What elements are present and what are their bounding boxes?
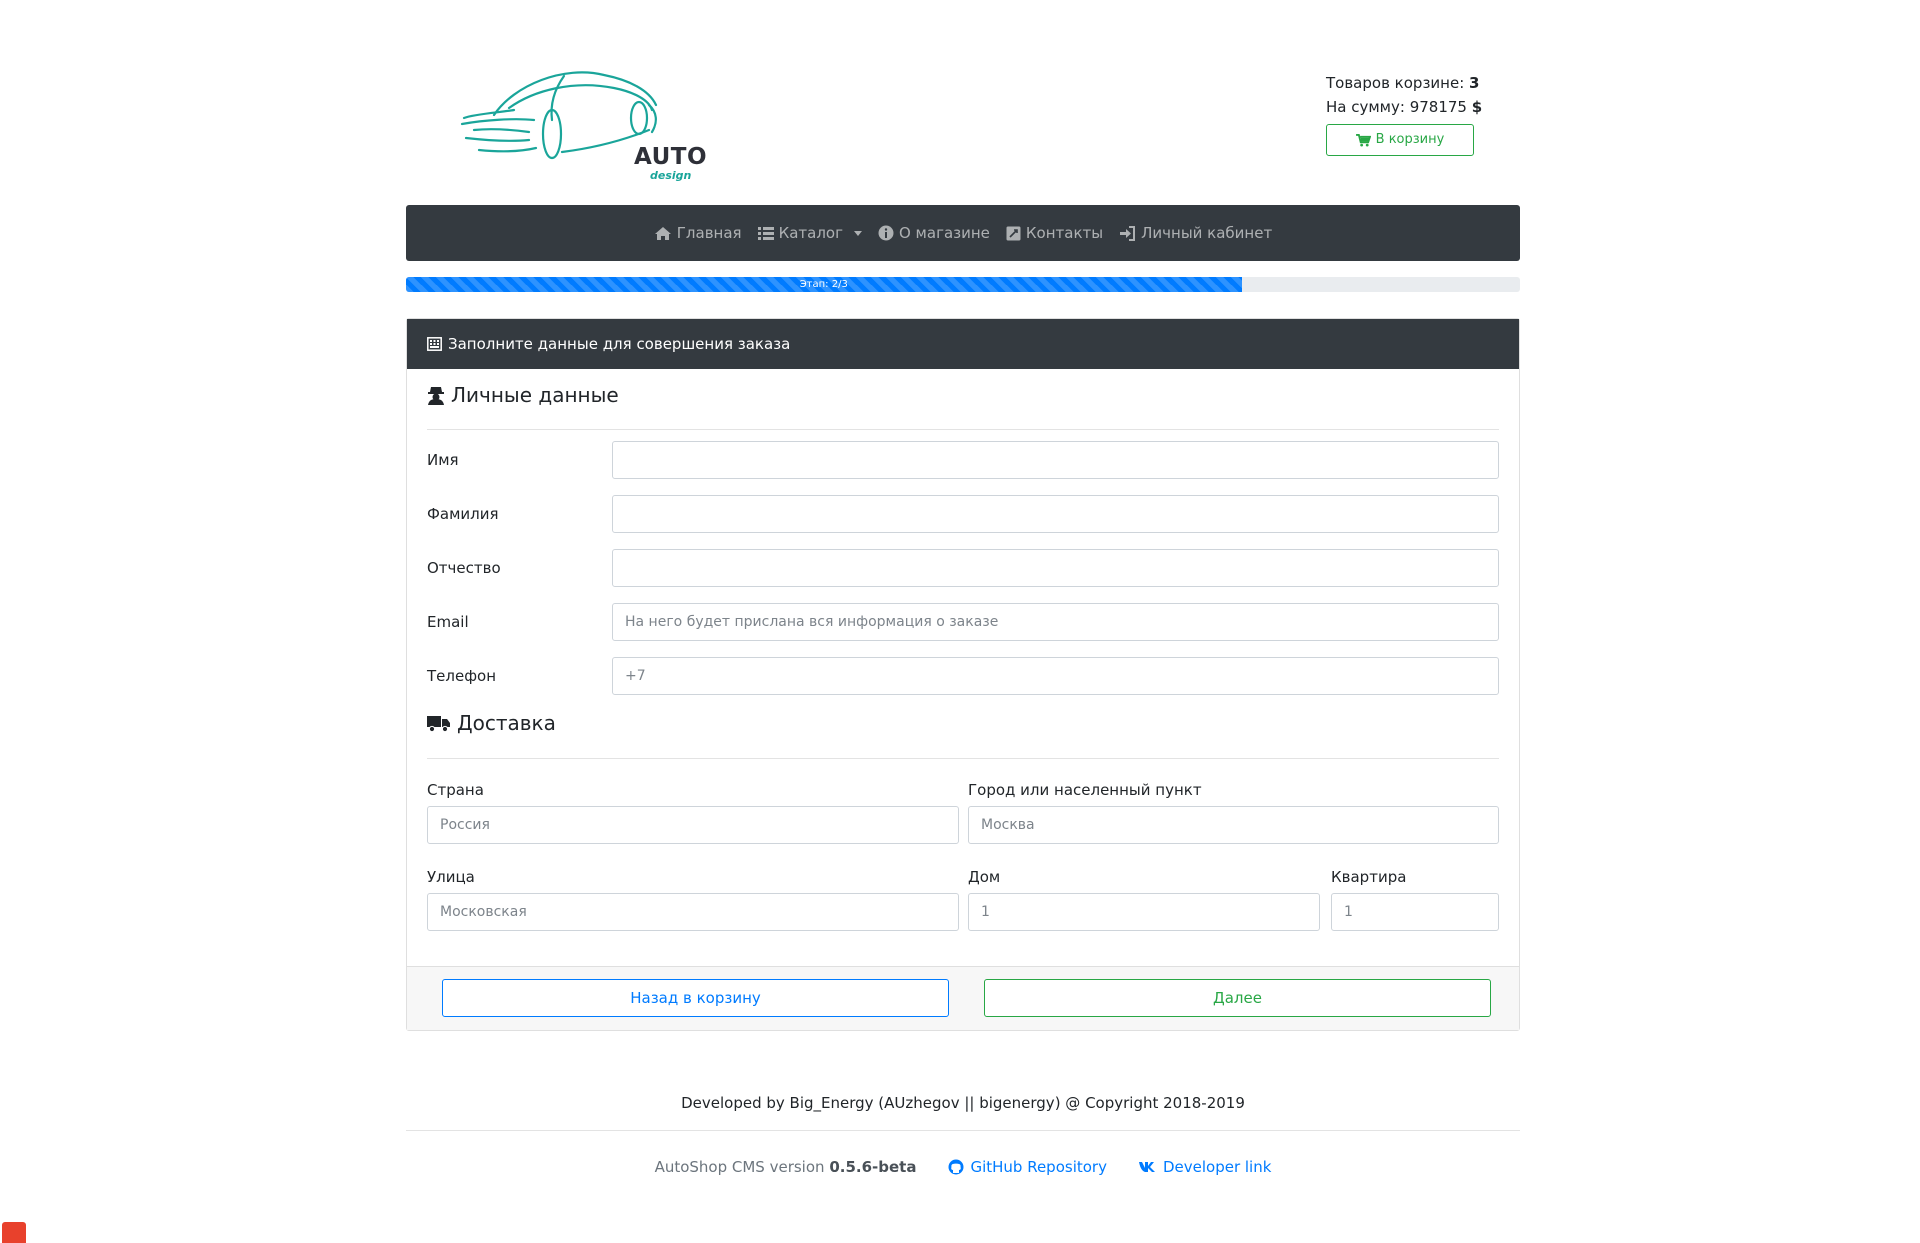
version-info: AutoShop CMS version 0.5.6-beta [655, 1158, 917, 1176]
last-name-input[interactable] [612, 495, 1499, 533]
keyboard-icon [427, 337, 442, 351]
personal-divider [427, 429, 1499, 430]
nav-home[interactable]: Главная [654, 224, 742, 242]
order-progress-bar: Этап: 2/3 [406, 277, 1242, 292]
email-field[interactable] [612, 603, 1499, 641]
developer-link[interactable]: Developer link [1138, 1158, 1272, 1176]
patronymic-label: Отчество [427, 559, 501, 577]
apartment-label: Квартира [1331, 868, 1407, 886]
nav-home-label: Главная [676, 224, 742, 242]
logo-wordmark: AUTO [634, 144, 708, 170]
nav-account[interactable]: Личный кабинет [1119, 224, 1272, 242]
order-form-title: Заполните данные для совершения заказа [448, 335, 791, 353]
home-icon [654, 226, 671, 240]
site-header: AUTO design Товаров корзине: 3 На сумму:… [406, 60, 1520, 190]
patronymic-input[interactable] [612, 549, 1499, 587]
chevron-down-icon [853, 230, 862, 236]
version-label: AutoShop CMS version [654, 1158, 825, 1176]
github-link[interactable]: GitHub Repository [948, 1158, 1107, 1176]
go-to-cart-label: В корзину [1375, 132, 1445, 147]
cart-sum-label: На сумму: [1326, 98, 1405, 116]
copyright-text: Developed by Big_Energy (AUzhegov || big… [681, 1094, 1245, 1112]
country-label: Страна [427, 781, 484, 799]
house-label: Дом [968, 868, 1001, 886]
email-label: Email [427, 613, 469, 631]
version-number: 0.5.6-beta [829, 1158, 917, 1176]
cart-items-count: 3 [1469, 74, 1480, 92]
first-name-label: Имя [427, 451, 459, 469]
cart-items-line: Товаров корзине: 3 [1326, 71, 1482, 95]
first-name-input[interactable] [612, 441, 1499, 479]
cart-sum-line: На сумму: 978175 $ [1326, 95, 1482, 119]
nav-catalog-label: Каталог [778, 224, 843, 242]
city-input[interactable] [968, 806, 1499, 844]
github-icon [948, 1159, 964, 1175]
main-navbar: Главная Каталог О магазине Контакты Личн… [406, 205, 1520, 261]
cart-items-label: Товаров корзине: [1326, 74, 1465, 92]
phone-label: Телефон [427, 667, 497, 685]
nav-about[interactable]: О магазине [878, 224, 990, 242]
apartment-input[interactable] [1331, 893, 1499, 931]
order-form-header: Заполните данные для совершения заказа [407, 319, 1519, 369]
personal-data-title-text: Личные данные [451, 383, 619, 407]
sign-in-icon [1120, 225, 1136, 241]
list-icon [757, 227, 774, 240]
nav-about-label: О магазине [898, 224, 990, 242]
city-label: Город или населенный пункт [968, 781, 1202, 799]
shopping-cart-icon [1355, 133, 1371, 147]
back-to-cart-button[interactable]: Назад в корзину [442, 979, 949, 1017]
corner-badge-icon[interactable] [2, 1222, 26, 1243]
street-input[interactable] [427, 893, 959, 931]
cart-summary: Товаров корзине: 3 На сумму: 978175 $ В … [1326, 71, 1482, 156]
order-progress: Этап: 2/3 [406, 277, 1520, 292]
order-progress-label: Этап: 2/3 [799, 279, 848, 290]
go-to-cart-button[interactable]: В корзину [1326, 124, 1474, 156]
country-input[interactable] [427, 806, 959, 844]
info-icon [878, 225, 894, 241]
cart-sum-value: 978175 [1409, 98, 1467, 116]
logo-subtitle: design [650, 169, 692, 182]
nav-catalog-dropdown[interactable]: Каталог [757, 224, 862, 242]
nav-contacts[interactable]: Контакты [1006, 224, 1103, 242]
developer-link-label: Developer link [1162, 1158, 1272, 1176]
nav-contacts-label: Контакты [1025, 224, 1104, 242]
footer-links: AutoShop CMS version 0.5.6-beta GitHub R… [406, 1158, 1520, 1176]
cart-currency: $ [1471, 98, 1483, 116]
order-form-card: Заполните данные для совершения заказа Л… [406, 318, 1520, 1031]
truck-icon [427, 715, 450, 732]
phone-field[interactable] [612, 657, 1499, 695]
last-name-label: Фамилия [427, 505, 499, 523]
street-label: Улица [427, 868, 475, 886]
delivery-title-text: Доставка [457, 711, 556, 735]
order-form-footer: Назад в корзину Далее [407, 966, 1519, 1030]
personal-data-title: Личные данные [427, 383, 619, 407]
vk-icon [1138, 1162, 1155, 1172]
footer-divider [406, 1130, 1520, 1131]
car-logo-icon [460, 71, 658, 160]
contacts-icon [1006, 226, 1021, 240]
house-input[interactable] [968, 893, 1320, 931]
delivery-title: Доставка [427, 711, 556, 735]
next-button[interactable]: Далее [984, 979, 1491, 1017]
github-link-label: GitHub Repository [970, 1158, 1107, 1176]
user-secret-icon [428, 387, 444, 405]
site-logo[interactable]: AUTO design [454, 60, 707, 185]
delivery-divider [427, 758, 1499, 759]
nav-account-label: Личный кабинет [1141, 224, 1273, 242]
